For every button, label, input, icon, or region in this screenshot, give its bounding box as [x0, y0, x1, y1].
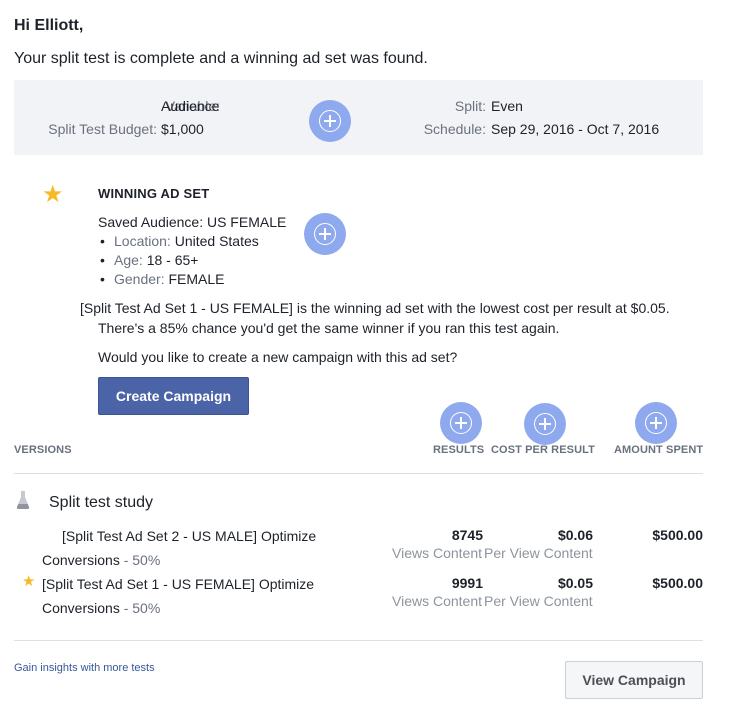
variable-value: Audience [161, 98, 220, 114]
row-spent: $500.00 [652, 575, 703, 591]
divider [14, 473, 703, 474]
star-icon: ★ [22, 573, 36, 590]
schedule-label: Schedule: [423, 121, 486, 137]
age-value: 18 - 65+ [146, 252, 199, 268]
split-label: Split: [454, 98, 486, 114]
winning-title: WINNING AD SET [98, 186, 210, 201]
split-value: Even [491, 98, 523, 114]
plus-circle-icon[interactable] [635, 402, 677, 444]
plus-circle-icon[interactable] [304, 213, 346, 255]
gender-label: Gender: [114, 271, 165, 287]
bullet-icon: • [100, 233, 105, 249]
budget-value: $1,000 [161, 121, 204, 137]
row-results: 8745 [451, 527, 483, 543]
row-name-cont: Conversions - 50% [42, 552, 160, 568]
location-value: United States [174, 233, 259, 249]
versions-header: VERSIONS [14, 444, 72, 456]
study-title: Split test study [49, 494, 154, 511]
row-spent: $500.00 [652, 527, 703, 543]
intro-text: Your split test is complete and a winnin… [14, 50, 428, 67]
plus-circle-icon[interactable] [309, 100, 351, 142]
age-label: Age: [114, 252, 143, 268]
cost-header: COST PER RESULT [491, 444, 595, 456]
row-name: [Split Test Ad Set 2 - US MALE] Optimize [62, 528, 317, 544]
bullet-icon: • [100, 271, 105, 287]
schedule-value: Sep 29, 2016 - Oct 7, 2016 [491, 121, 660, 137]
spent-header: AMOUNT SPENT [614, 444, 704, 456]
row-name-cont: Conversions - 50% [42, 600, 160, 616]
plus-circle-icon[interactable] [524, 403, 566, 445]
row-results-unit: Views Content [392, 593, 483, 609]
row-split: - 50% [123, 552, 161, 568]
row-objective: Conversions [42, 552, 120, 568]
gender-item: • Gender: FEMALE [100, 271, 225, 287]
bullet-icon: • [100, 252, 105, 268]
row-cost-unit: Per View Content [484, 593, 593, 609]
location-item: • Location: United States [100, 233, 259, 249]
plus-circle-icon[interactable] [440, 402, 482, 444]
row-split: - 50% [123, 600, 161, 616]
split-row: Split: [455, 98, 486, 116]
flask-icon [16, 490, 30, 510]
budget-row: Split Test Budget: [48, 121, 157, 139]
result-summary: [Split Test Ad Set 1 - US FEMALE] is the… [80, 300, 670, 316]
age-item: • Age: 18 - 65+ [100, 252, 198, 268]
results-header: RESULTS [433, 444, 485, 456]
divider [14, 640, 703, 641]
row-cost-unit: Per View Content [484, 545, 593, 561]
gender-value: FEMALE [168, 271, 225, 287]
budget-label: Split Test Budget: [48, 121, 157, 137]
view-campaign-button[interactable]: View Campaign [565, 661, 703, 699]
star-icon: ★ [42, 181, 64, 208]
row-results: 9991 [451, 575, 483, 591]
location-label: Location: [114, 233, 171, 249]
more-tests-link[interactable]: Gain insights with more tests [14, 662, 155, 674]
summary-panel: Variable: Audience Split Test Budget: $1… [14, 80, 703, 155]
row-name: [Split Test Ad Set 1 - US FEMALE] Optimi… [42, 576, 315, 592]
saved-audience: Saved Audience: US FEMALE [98, 214, 287, 230]
row-cost: $0.05 [557, 575, 593, 591]
row-results-unit: Views Content [392, 545, 483, 561]
greeting: Hi Elliott, [14, 17, 84, 34]
row-cost: $0.06 [557, 527, 593, 543]
result-confidence: There's a 85% chance you'd get the same … [98, 320, 560, 336]
schedule-row: Schedule: [424, 121, 486, 139]
create-question: Would you like to create a new campaign … [98, 349, 458, 365]
create-campaign-button[interactable]: Create Campaign [98, 377, 249, 415]
row-objective: Conversions [42, 600, 120, 616]
